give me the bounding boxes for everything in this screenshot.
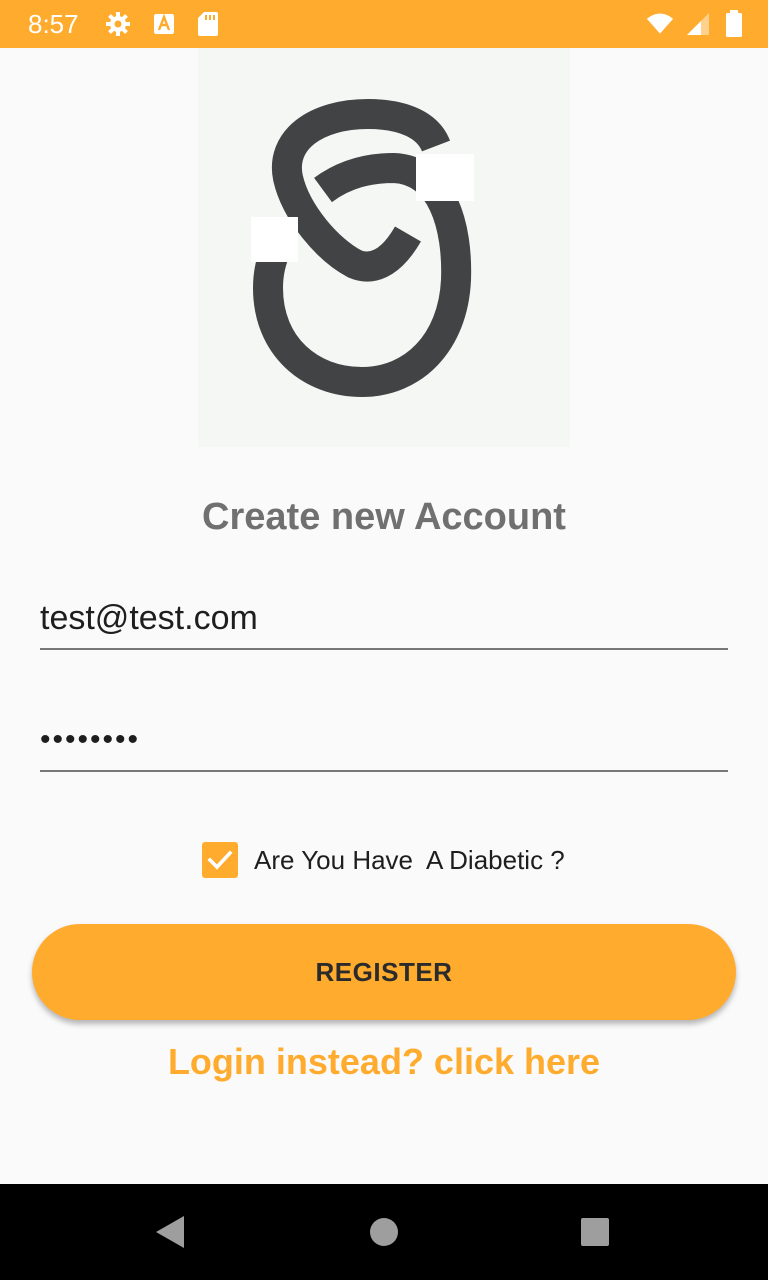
checkmark-icon xyxy=(207,850,233,870)
page-title: Create new Account xyxy=(202,496,566,538)
status-time: 8:57 xyxy=(28,9,79,39)
navigation-bar xyxy=(0,1184,768,1280)
gear-icon xyxy=(104,10,132,38)
diabetic-checkbox-label: Are You Have A Diabetic ? xyxy=(254,844,565,875)
wifi-icon xyxy=(646,10,674,38)
sd-card-icon xyxy=(194,10,222,38)
back-icon[interactable] xyxy=(150,1212,190,1252)
cell-signal-icon xyxy=(684,10,712,38)
app-logo xyxy=(198,48,570,447)
recents-icon[interactable] xyxy=(575,1212,615,1252)
status-bar: 8:57 xyxy=(0,0,768,48)
home-icon[interactable] xyxy=(364,1212,404,1252)
register-screen: 8:57 Create new Account test@test.com ••… xyxy=(0,0,768,1280)
email-input[interactable] xyxy=(40,590,728,646)
diabetic-checkbox-row[interactable]: Are You Have A Diabetic ? xyxy=(202,842,565,878)
diabetic-checkbox[interactable] xyxy=(202,842,238,878)
login-link[interactable]: Login instead? click here xyxy=(0,1040,768,1084)
register-button[interactable]: REGISTER xyxy=(32,924,736,1020)
email-field[interactable] xyxy=(40,590,728,650)
battery-icon xyxy=(720,10,748,38)
app-logo-s-icon xyxy=(251,99,474,397)
font-a-icon xyxy=(150,10,178,38)
password-input[interactable] xyxy=(40,712,728,768)
password-field[interactable] xyxy=(40,712,728,772)
